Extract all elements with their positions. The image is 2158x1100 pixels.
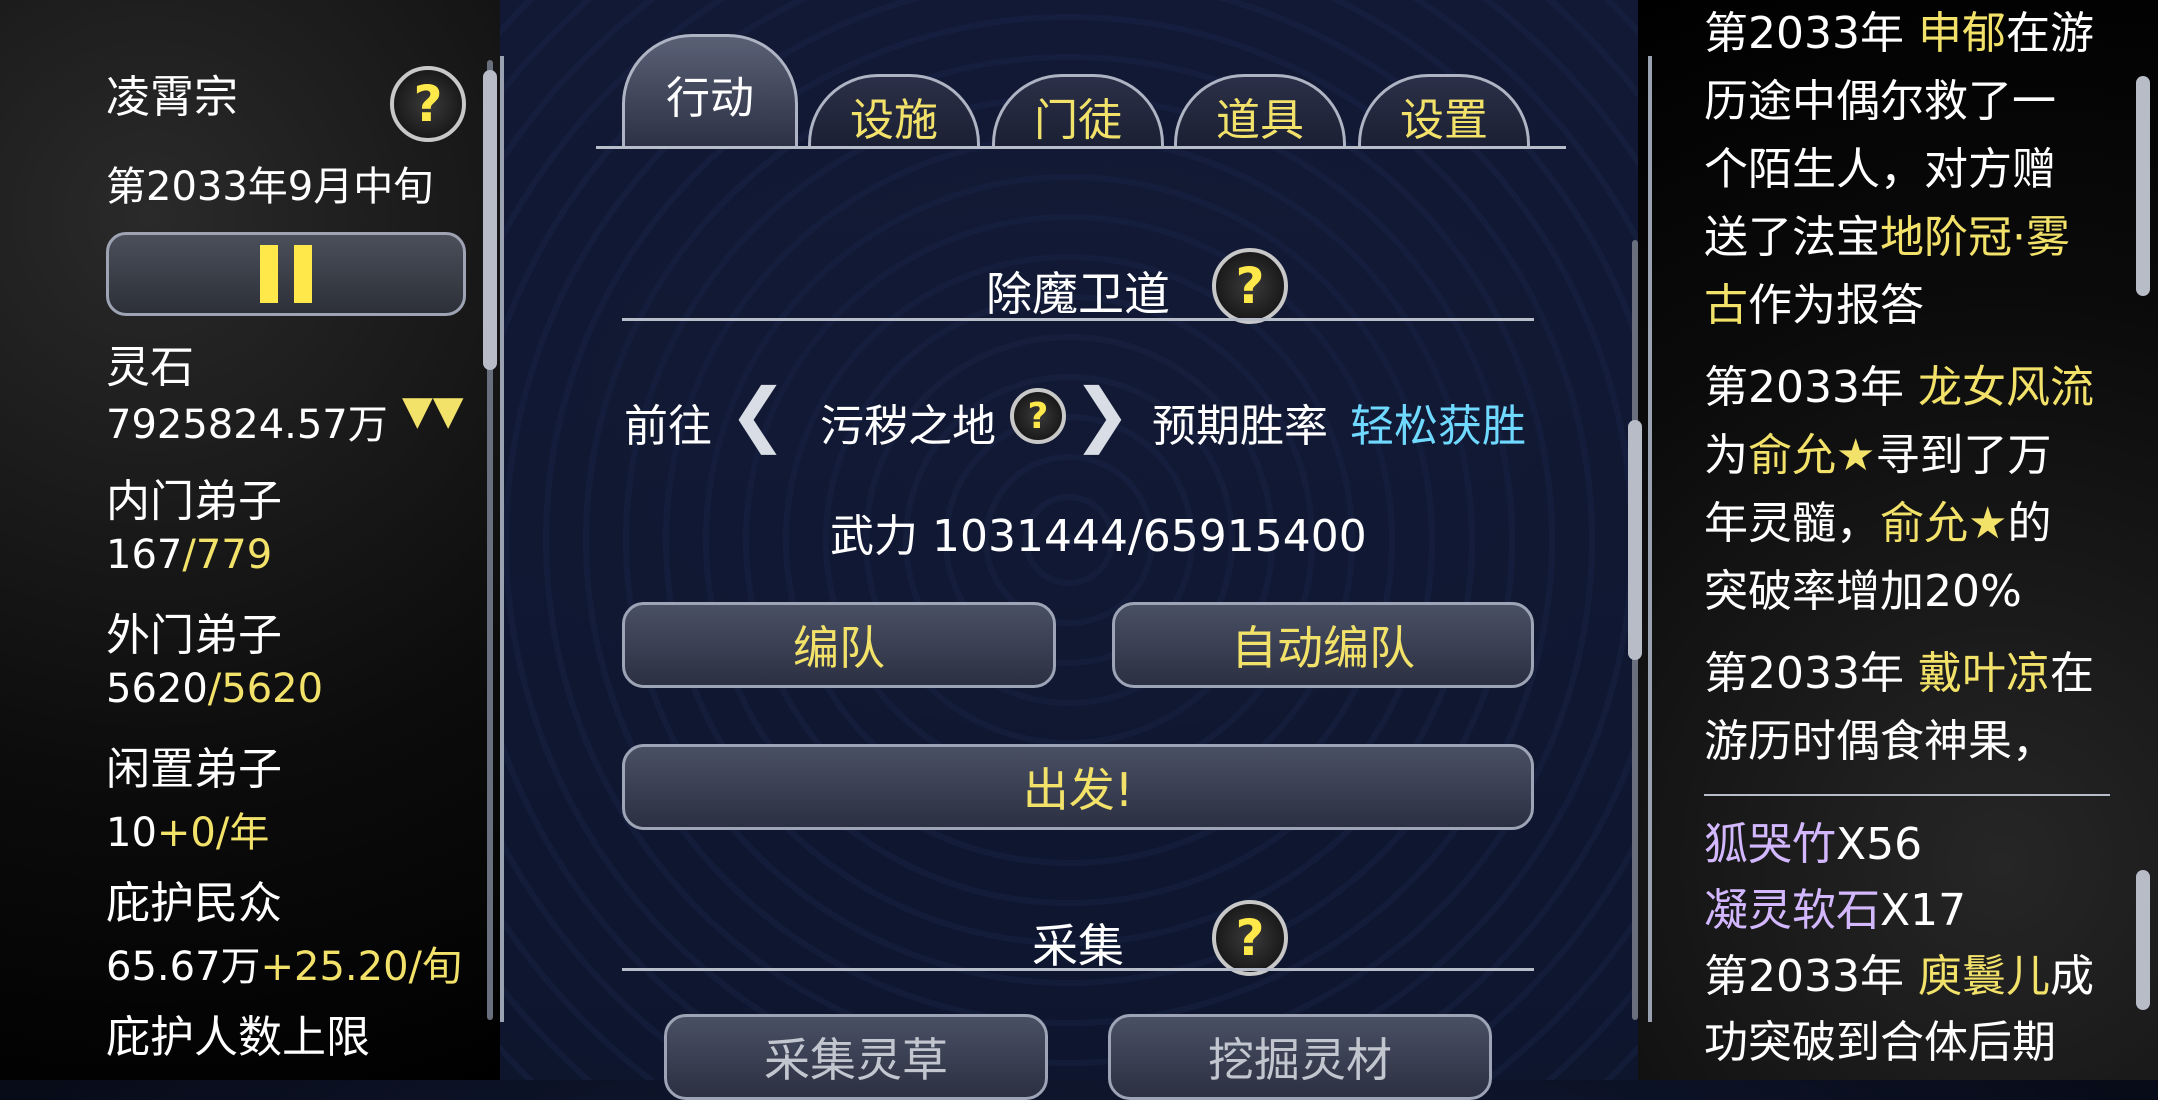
section-gather-help-icon[interactable]: ? — [1212, 900, 1288, 976]
win-rate-label: 预期胜率 — [1152, 401, 1328, 452]
tab-facilities-label: 设施 — [850, 95, 938, 146]
protected-people-count: 65.67万+25.20/旬 — [106, 944, 463, 990]
section-demon-help-icon[interactable]: ? — [1212, 248, 1288, 324]
idle-disciples-count: 10+0/年 — [106, 810, 270, 856]
gather-herb-button[interactable]: 采集灵草 — [664, 1014, 1048, 1100]
inner-disciples-label: 内门弟子 — [106, 476, 282, 527]
pause-icon — [260, 245, 312, 303]
spirit-stone-trend-icon: ▼▼ — [402, 388, 464, 434]
log-scrollbar-thumb[interactable] — [2136, 76, 2150, 296]
dig-material-button[interactable]: 挖掘灵材 — [1108, 1014, 1492, 1100]
outer-disciples-count: 5620/5620 — [106, 666, 324, 712]
log-entry: 第2033年 龙女风流 为俞允★寻到了万 年灵髓，俞允★的 突破率增加20% — [1704, 362, 2094, 617]
list-item: 狐哭竹X56 — [1704, 819, 1923, 870]
section-gather-divider — [622, 968, 1534, 971]
auto-team-button[interactable]: 自动编队 — [1112, 602, 1534, 688]
event-log: 第2033年 申郁在游 历途中偶尔救了一 个陌生人，对方赠 送了法宝地阶冠·雾 … — [1704, 0, 2124, 776]
win-rate-value: 轻松获胜 — [1350, 401, 1526, 452]
inner-disciples-count: 167/779 — [106, 532, 273, 578]
log-entry: 第2033年 庾鬟儿成 功突破到合体后期 — [1704, 951, 2094, 1068]
log-entry: 第2033年 申郁在游 历途中偶尔救了一 个陌生人，对方赠 送了法宝地阶冠·雾 … — [1704, 8, 2094, 331]
tab-items-label: 道具 — [1216, 95, 1304, 146]
spirit-stone-value: 7925824.57万 — [106, 402, 388, 448]
center-scrollbar-thumb[interactable] — [1628, 420, 1642, 660]
protected-limit-label: 庇护人数上限 — [106, 1012, 370, 1063]
log-divider — [1704, 794, 2110, 796]
depart-button[interactable]: 出发! — [622, 744, 1534, 830]
goto-label: 前往 — [624, 401, 712, 452]
left-scrollbar-thumb[interactable] — [483, 70, 497, 370]
prev-location-icon[interactable]: ❮ — [728, 364, 788, 464]
outer-disciples-label: 外门弟子 — [106, 610, 282, 661]
location-help-icon[interactable]: ? — [1010, 388, 1066, 444]
force-readout: 武力 1031444/65915400 — [830, 511, 1367, 562]
section-demon-title: 除魔卫道 — [986, 267, 1170, 321]
location-name: 污秽之地 — [820, 401, 996, 452]
loot-list: 狐哭竹X56 凝灵软石X17 第2033年 庾鬟儿成 功突破到合体后期 — [1704, 812, 2124, 1076]
loot-scrollbar-thumb[interactable] — [2136, 870, 2150, 1010]
next-location-icon[interactable]: ❯ — [1072, 364, 1132, 464]
section-gather-title: 采集 — [1032, 919, 1124, 973]
tab-disciples-label: 门徒 — [1034, 95, 1122, 146]
list-item: 凝灵软石X17 — [1704, 885, 1967, 936]
left-rail — [500, 56, 504, 1022]
game-date: 第2033年9月中旬 — [106, 164, 434, 210]
protected-people-label: 庇护民众 — [106, 878, 282, 929]
section-demon-divider — [622, 318, 1534, 321]
sect-help-icon[interactable]: ? — [390, 66, 466, 142]
spirit-stone-label: 灵石 — [106, 342, 194, 393]
tab-action-label: 行动 — [666, 73, 754, 124]
tab-settings-label: 设置 — [1400, 95, 1488, 146]
team-button[interactable]: 编队 — [622, 602, 1056, 688]
log-entry: 第2033年 戴叶凉在 游历时偶食神果， — [1704, 648, 2094, 767]
sect-name: 凌霄宗 — [106, 72, 238, 123]
idle-disciples-label: 闲置弟子 — [106, 744, 282, 795]
pause-button[interactable] — [106, 232, 466, 316]
right-rail — [1648, 56, 1652, 1022]
tab-bar-divider — [596, 146, 1566, 149]
